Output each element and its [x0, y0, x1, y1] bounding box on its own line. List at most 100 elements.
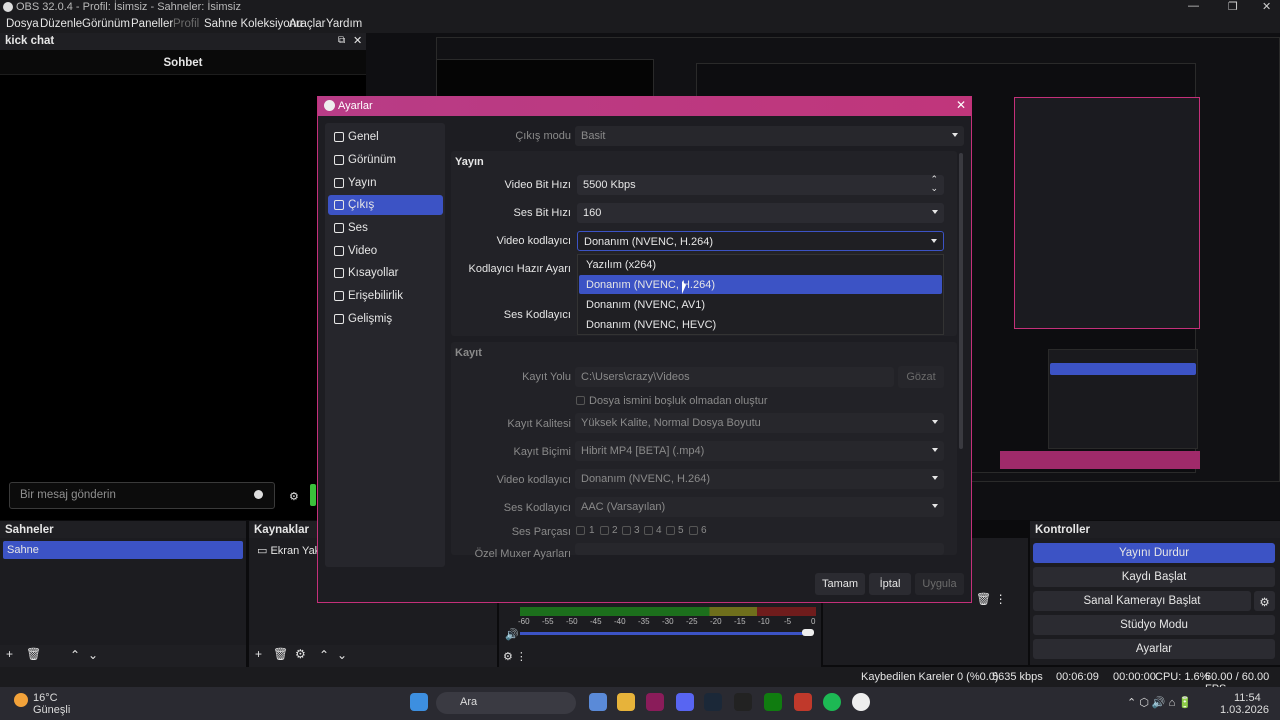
settings-dialog-title: Ayarlar	[338, 100, 373, 112]
sidebar-item-label: Kısayollar	[348, 267, 399, 279]
transition-menu-icon[interactable]: ⋮	[995, 592, 1007, 606]
sidebar-item-appearance[interactable]: Görünüm	[328, 150, 443, 170]
settings-scrollbar[interactable]	[959, 153, 963, 449]
record-quality-select[interactable]: Yüksek Kalite, Normal Dosya Boyutu	[575, 413, 944, 433]
mixer-settings-icon[interactable]: ⚙ ⋮	[503, 650, 527, 663]
chat-header: Sohbet	[0, 50, 366, 75]
settings-button[interactable]: Ayarlar	[1033, 639, 1275, 659]
dropdown-option[interactable]: Donanım (NVENC, HEVC)	[579, 315, 942, 334]
virtual-camera-settings-icon[interactable]: ⚙	[1254, 591, 1275, 611]
menu-help[interactable]: Yardım	[326, 18, 362, 30]
volume-icon[interactable]: 🔊	[505, 628, 519, 641]
sidebar-item-hotkeys[interactable]: Kısayollar	[328, 263, 443, 283]
emoji-icon[interactable]	[254, 490, 263, 499]
rec-video-encoder-value: Donanım (NVENC, H.264)	[581, 473, 710, 485]
sidebar-item-general[interactable]: Genel	[328, 127, 443, 147]
sidebar-item-stream[interactable]: Yayın	[328, 173, 443, 193]
menu-scene-collection[interactable]: Sahne Koleksiyonu	[204, 18, 302, 30]
menu-tools[interactable]: Araçlar	[289, 18, 325, 30]
tray-icons[interactable]: ⌃ ⬡ 🔊 ⌂ 🔋	[1127, 696, 1192, 709]
muxer-input[interactable]	[575, 543, 944, 555]
record-path-input[interactable]: C:\Users\crazy\Videos	[575, 367, 894, 387]
rec-audio-encoder-select[interactable]: AAC (Varsayılan)	[575, 497, 944, 517]
video-bitrate-spinbox[interactable]: 5500 Kbps ⌃ ⌄	[577, 175, 944, 195]
epic-games-icon[interactable]	[734, 693, 752, 711]
dock-close-icon[interactable]: ✕	[353, 34, 362, 47]
sidebar-item-audio[interactable]: Ses	[328, 218, 443, 238]
xbox-icon[interactable]	[764, 693, 782, 711]
dropdown-option[interactable]: Donanım (NVENC, AV1)	[579, 295, 942, 314]
volume-slider-handle[interactable]	[802, 629, 814, 636]
output-mode-select[interactable]: Basit	[575, 126, 964, 146]
volume-slider[interactable]	[520, 632, 812, 635]
source-up-icon[interactable]: ⌃	[319, 648, 329, 662]
virtual-camera-button[interactable]: Sanal Kamerayı Başlat	[1033, 591, 1251, 611]
apply-button[interactable]: Uygula	[915, 573, 964, 595]
sidebar-item-advanced[interactable]: Gelişmiş	[328, 309, 443, 329]
menu-docks[interactable]: Paneller	[131, 18, 173, 30]
spotify-icon[interactable]	[823, 693, 841, 711]
audio-track-num: 4	[656, 525, 662, 536]
audio-track-checkbox[interactable]	[600, 526, 609, 535]
maximize-icon[interactable]: ❐	[1228, 0, 1238, 13]
dropdown-option[interactable]: Yazılım (x264)	[579, 255, 942, 274]
source-settings-icon[interactable]: ⚙	[295, 647, 306, 661]
taskbar-search[interactable]: Ara	[436, 692, 576, 714]
meter-tick: -40	[614, 617, 626, 626]
meter-tick: -5	[784, 617, 792, 626]
minimize-icon[interactable]: —	[1188, 0, 1199, 12]
dropdown-option-highlighted[interactable]: Donanım (NVENC, H.264)	[579, 275, 942, 294]
record-format-select[interactable]: Hibrit MP4 [BETA] (.mp4)	[575, 441, 944, 461]
remove-source-icon[interactable]: 🗑	[273, 647, 288, 661]
file-explorer-icon[interactable]	[617, 693, 635, 711]
audio-bitrate-select[interactable]: 160	[577, 203, 944, 223]
audio-track-checkbox[interactable]	[689, 526, 698, 535]
studio-mode-button[interactable]: Stüdyo Modu	[1033, 615, 1275, 635]
remove-scene-icon[interactable]: 🗑	[26, 647, 41, 661]
audio-track-checkbox[interactable]	[622, 526, 631, 535]
chat-send-button[interactable]	[310, 484, 316, 506]
menu-profile[interactable]: Profil	[173, 18, 199, 30]
window-titlebar: OBS 32.0.4 - Profil: İsimsiz - Sahneler:…	[0, 0, 1280, 15]
chat-settings-icon[interactable]: ⚙	[289, 490, 299, 503]
start-record-button[interactable]: Kaydı Başlat	[1033, 567, 1275, 587]
chevron-down-icon	[932, 420, 938, 424]
widgets-icon[interactable]	[589, 693, 607, 711]
scene-item[interactable]: Sahne	[3, 541, 243, 559]
add-source-icon[interactable]: +	[255, 647, 262, 661]
app-red-icon[interactable]	[794, 693, 812, 711]
source-down-icon[interactable]: ⌄	[337, 648, 347, 662]
menu-view[interactable]: Görünüm	[82, 18, 130, 30]
sidebar-item-output[interactable]: Çıkış	[328, 195, 443, 215]
video-encoder-select[interactable]: Donanım (NVENC, H.264)	[577, 231, 944, 251]
spin-arrows-icon[interactable]: ⌃ ⌄	[930, 175, 938, 193]
sidebar-item-accessibility[interactable]: Erişebilirlik	[328, 286, 443, 306]
cancel-button[interactable]: İptal	[869, 573, 911, 595]
audio-encoder-label: Ses Kodlayıcı	[503, 309, 571, 321]
no-space-checkbox[interactable]	[576, 396, 585, 405]
undock-icon[interactable]: ⧉	[338, 35, 345, 46]
menu-edit[interactable]: Düzenle	[40, 18, 82, 30]
move-down-icon[interactable]: ⌄	[88, 648, 98, 662]
rec-video-encoder-select[interactable]: Donanım (NVENC, H.264)	[575, 469, 944, 489]
audio-track-checkbox[interactable]	[666, 526, 675, 535]
steam-icon[interactable]	[704, 693, 722, 711]
app-icon[interactable]	[646, 693, 664, 711]
sidebar-item-video[interactable]: Video	[328, 241, 443, 261]
browse-button[interactable]: Gözat	[898, 366, 944, 388]
audio-track-checkbox[interactable]	[644, 526, 653, 535]
audio-track-checkbox[interactable]	[576, 526, 585, 535]
taskbar: 16°C Güneşli Ara ⌃ ⬡ 🔊 ⌂ 🔋 11:54 1.03.20…	[0, 687, 1280, 720]
stop-stream-button[interactable]: Yayını Durdur	[1033, 543, 1275, 563]
dialog-close-icon[interactable]: ✕	[956, 98, 966, 112]
move-up-icon[interactable]: ⌃	[70, 648, 80, 662]
discord-icon[interactable]	[676, 693, 694, 711]
obs-taskbar-icon[interactable]	[852, 693, 870, 711]
ok-button[interactable]: Tamam	[815, 573, 865, 595]
chat-message-input[interactable]: Bir mesaj gönderin	[9, 482, 275, 509]
add-scene-icon[interactable]: +	[6, 647, 13, 661]
remove-transition-icon[interactable]: 🗑	[976, 592, 991, 606]
menu-file[interactable]: Dosya	[6, 18, 39, 30]
close-icon[interactable]: ✕	[1262, 0, 1271, 13]
windows-start-icon[interactable]	[410, 693, 428, 711]
